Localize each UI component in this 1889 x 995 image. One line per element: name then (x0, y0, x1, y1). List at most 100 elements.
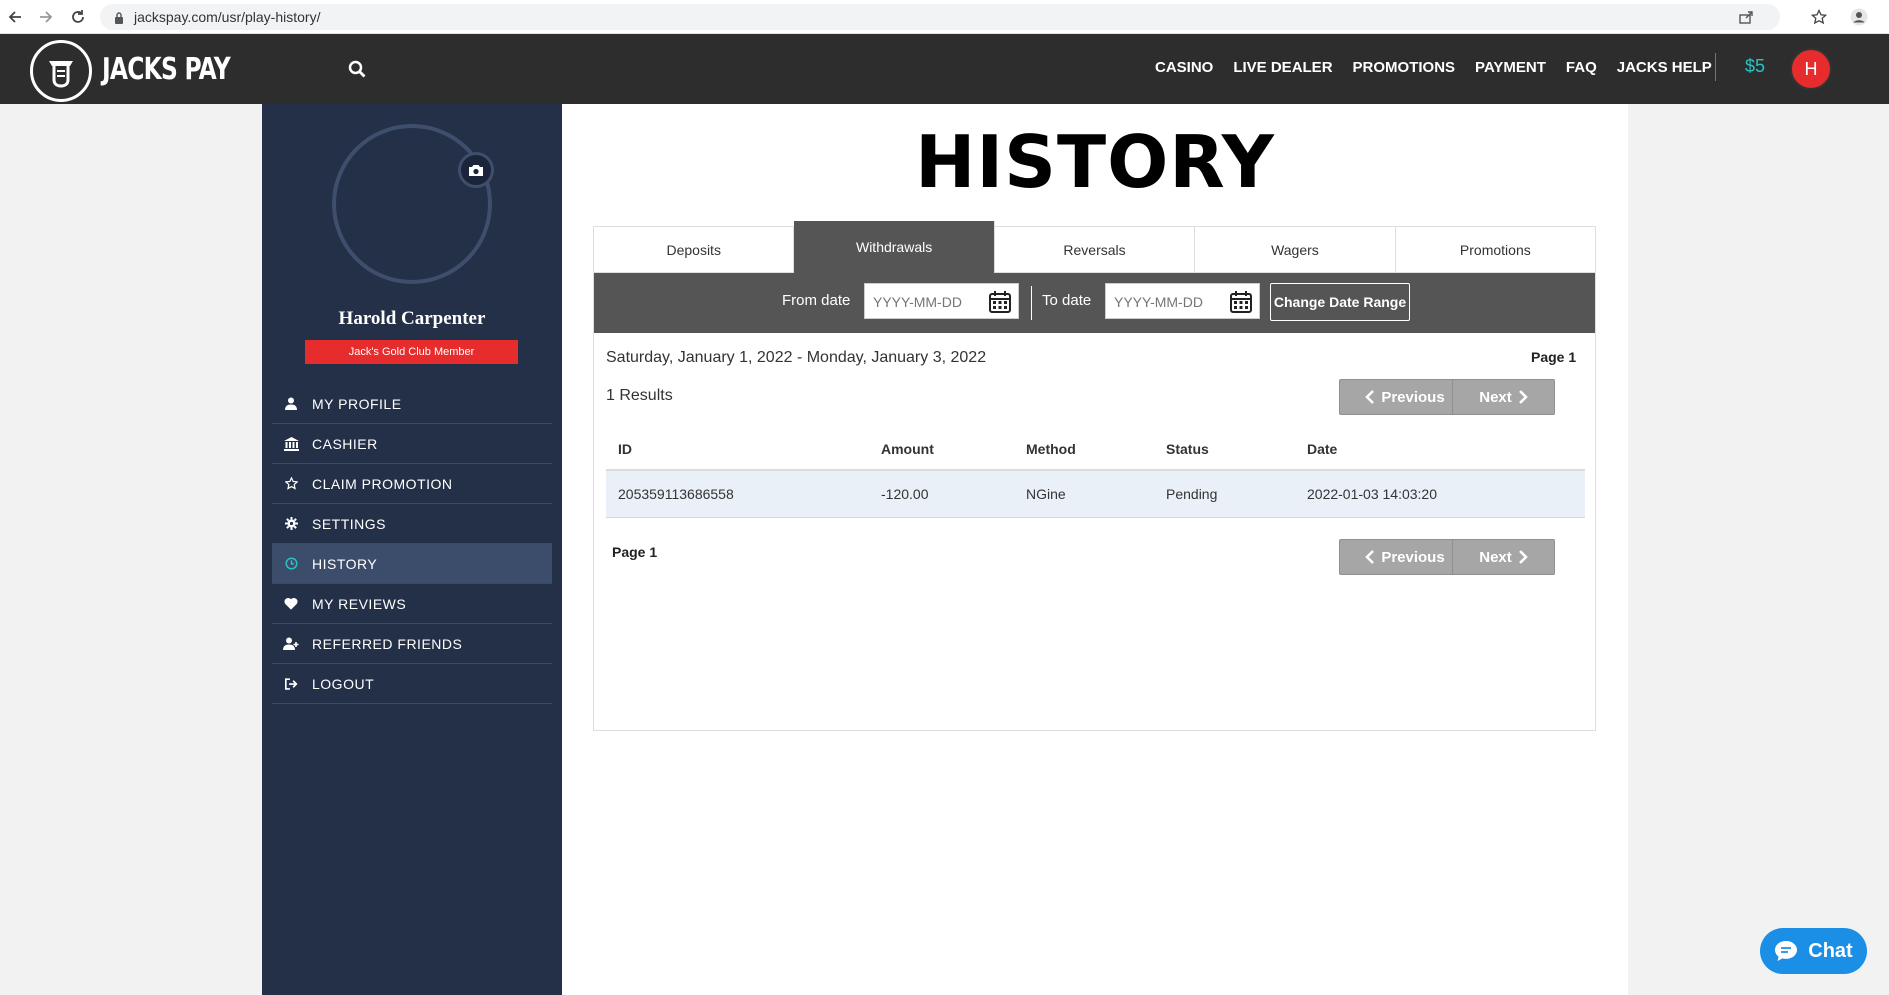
account-balance[interactable]: $5 (1745, 56, 1765, 77)
sidebar-item-referred-friends[interactable]: REFERRED FRIENDS (272, 624, 552, 664)
sidebar-item-my-profile[interactable]: MY PROFILE (272, 384, 552, 424)
menu-faq[interactable]: FAQ (1566, 59, 1597, 76)
camera-icon[interactable] (458, 152, 494, 188)
change-date-range-button[interactable]: Change Date Range (1270, 283, 1410, 321)
tab-promotions[interactable]: Promotions (1395, 227, 1596, 273)
calendar-icon[interactable] (1229, 290, 1253, 314)
sidebar-item-label: REFERRED FRIENDS (312, 635, 463, 652)
next-button[interactable]: Next (1452, 379, 1555, 415)
previous-label: Previous (1381, 388, 1445, 406)
results-count: 1 Results (606, 387, 673, 404)
profile-picture (332, 124, 492, 284)
sidebar-item-history[interactable]: HISTORY (272, 544, 552, 584)
calendar-icon[interactable] (988, 290, 1012, 314)
from-date-input[interactable] (873, 292, 983, 312)
user-name: Harold Carpenter (338, 308, 486, 329)
logout-icon (282, 675, 300, 693)
tab-reversals[interactable]: Reversals (994, 227, 1196, 273)
sidebar-item-label: LOGOUT (312, 675, 375, 692)
column-id[interactable]: ID (618, 441, 632, 457)
table-row[interactable]: 205359113686558 -120.00 NGine Pending 20… (606, 471, 1585, 518)
to-date-label: To date (1042, 292, 1092, 309)
chevron-right-icon (1518, 390, 1528, 404)
menu-jacks-help[interactable]: JACKS HELP (1617, 59, 1712, 76)
back-icon[interactable] (4, 6, 26, 28)
sidebar-item-label: SETTINGS (312, 515, 387, 532)
heart-icon (282, 595, 300, 613)
column-amount[interactable]: Amount (881, 441, 934, 457)
date-filter-bar: From date To date Change Date Range (594, 273, 1595, 333)
column-date[interactable]: Date (1307, 441, 1337, 457)
sidebar-item-label: HISTORY (312, 555, 378, 572)
page-indicator: Page 1 (1531, 349, 1577, 365)
tab-withdrawals[interactable]: Withdrawals (794, 221, 995, 273)
to-date-field[interactable] (1105, 283, 1260, 319)
from-date-label: From date (782, 292, 851, 309)
menu-promotions[interactable]: PROMOTIONS (1353, 59, 1456, 76)
brand-name[interactable]: JACKS PAY (102, 52, 231, 87)
column-status[interactable]: Status (1166, 441, 1209, 457)
sidebar-item-cashier[interactable]: CASHIER (272, 424, 552, 464)
tab-wagers[interactable]: Wagers (1195, 227, 1396, 273)
main-content: HISTORY Deposits Withdrawals Reversals W… (562, 104, 1628, 995)
member-badge: Jack's Gold Club Member (305, 340, 518, 364)
search-icon[interactable] (348, 60, 368, 80)
tab-deposits[interactable]: Deposits (594, 227, 795, 273)
history-tabs: Deposits Withdrawals Reversals Wagers Pr… (594, 221, 1596, 273)
site-header: JACKS PAY CASINO LIVE DEALER PROMOTIONS … (0, 34, 1889, 104)
cell-status: Pending (1166, 486, 1218, 502)
chat-label: Chat (1808, 939, 1853, 962)
next-button-bottom[interactable]: Next (1452, 539, 1555, 575)
profile-sidebar: Harold Carpenter Jack's Gold Club Member… (262, 104, 562, 995)
main-menu: CASINO LIVE DEALER PROMOTIONS PAYMENT FA… (1155, 59, 1712, 76)
chevron-right-icon (1518, 550, 1528, 564)
sidebar-item-label: CLAIM PROMOTION (312, 475, 453, 492)
menu-casino[interactable]: CASINO (1155, 59, 1213, 76)
sidebar-item-label: MY REVIEWS (312, 595, 407, 612)
reload-icon[interactable] (67, 6, 89, 28)
page-indicator-bottom: Page 1 (612, 544, 658, 560)
bank-icon (282, 435, 300, 453)
next-label: Next (1479, 548, 1512, 566)
menu-live-dealer[interactable]: LIVE DEALER (1233, 59, 1332, 76)
user-plus-icon (282, 635, 300, 653)
history-panel: Deposits Withdrawals Reversals Wagers Pr… (593, 221, 1596, 731)
previous-label: Previous (1381, 548, 1445, 566)
browser-toolbar: jackspay.com/usr/play-history/ (0, 0, 1889, 34)
sidebar-item-label: MY PROFILE (312, 395, 402, 412)
history-table: ID Amount Method Status Date 20535911368… (606, 425, 1585, 518)
filter-divider (1031, 286, 1032, 320)
cell-date: 2022-01-03 14:03:20 (1307, 486, 1437, 502)
sidebar-item-settings[interactable]: SETTINGS (272, 504, 552, 544)
chat-bubble-icon (1775, 941, 1798, 961)
sidebar-menu: MY PROFILE CASHIER CLAIM PROMOTION SETTI… (272, 384, 552, 704)
column-method[interactable]: Method (1026, 441, 1076, 457)
chat-button[interactable]: Chat (1760, 928, 1867, 974)
forward-icon[interactable] (35, 6, 57, 28)
to-date-input[interactable] (1114, 292, 1224, 312)
account-icon[interactable] (1848, 6, 1870, 28)
cell-id: 205359113686558 (618, 486, 734, 502)
sidebar-item-claim-promotion[interactable]: CLAIM PROMOTION (272, 464, 552, 504)
from-date-field[interactable] (864, 283, 1019, 319)
user-icon (282, 395, 300, 413)
gear-icon (282, 515, 300, 533)
star-bookmark-icon[interactable] (1808, 6, 1830, 28)
jackspay-logo-icon[interactable] (30, 40, 92, 102)
sidebar-item-label: CASHIER (312, 435, 378, 452)
chevron-left-icon (1365, 550, 1375, 564)
share-icon[interactable] (1738, 9, 1754, 30)
star-icon (282, 475, 300, 493)
lock-icon (114, 11, 124, 29)
chevron-left-icon (1365, 390, 1375, 404)
url-text: jackspay.com/usr/play-history/ (134, 9, 321, 25)
menu-payment[interactable]: PAYMENT (1475, 59, 1546, 76)
address-bar[interactable]: jackspay.com/usr/play-history/ (100, 4, 1780, 30)
user-avatar[interactable]: H (1790, 48, 1832, 90)
next-label: Next (1479, 388, 1512, 406)
date-range-text: Saturday, January 1, 2022 - Monday, Janu… (606, 349, 987, 366)
cell-method: NGine (1026, 486, 1066, 502)
sidebar-item-logout[interactable]: LOGOUT (272, 664, 552, 704)
sidebar-item-my-reviews[interactable]: MY REVIEWS (272, 584, 552, 624)
clock-icon (282, 555, 300, 573)
